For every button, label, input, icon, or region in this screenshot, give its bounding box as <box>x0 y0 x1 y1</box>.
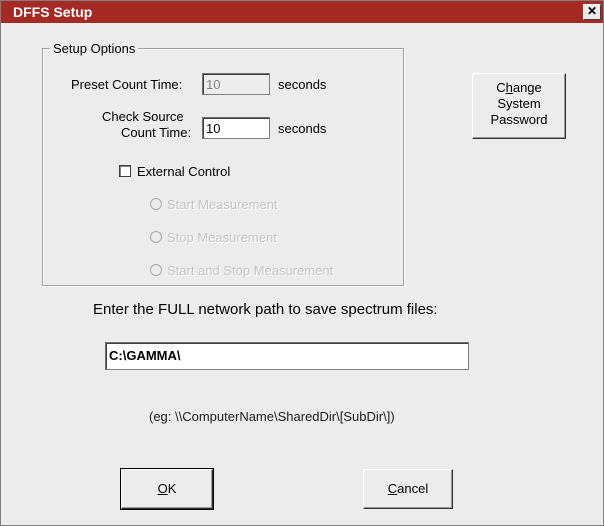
start-and-stop-measurement-label: Start and Stop Measurement <box>167 263 334 278</box>
stop-measurement-label: Stop Measurement <box>167 230 277 245</box>
setup-options-legend: Setup Options <box>50 41 139 56</box>
preset-count-time-unit: seconds <box>278 77 327 92</box>
network-path-input[interactable]: C:\GAMMA\ <box>105 342 469 370</box>
ok-button[interactable]: OK <box>120 468 214 510</box>
dffs-setup-dialog: DFFS Setup ✕ Setup Options Preset Count … <box>0 0 604 526</box>
check-source-count-time-unit: seconds <box>278 121 327 136</box>
preset-count-time-label: Preset Count Time: <box>71 77 183 92</box>
external-control-checkbox[interactable] <box>119 165 131 177</box>
change-system-password-button[interactable]: Change System Password <box>472 73 566 139</box>
change-password-line2: System <box>497 96 541 111</box>
close-icon[interactable]: ✕ <box>583 4 601 20</box>
stop-measurement-radio[interactable] <box>150 231 162 243</box>
title-bar[interactable]: DFFS Setup ✕ <box>1 1 603 23</box>
check-source-label-line2: Count Time: <box>121 125 192 140</box>
start-and-stop-measurement-radio[interactable] <box>150 264 162 276</box>
network-path-example: (eg: \\ComputerName\SharedDir\[SubDir\]) <box>149 409 395 424</box>
check-source-label-line1: Check Source <box>102 109 184 124</box>
check-source-count-time-field[interactable]: 10 <box>202 117 270 139</box>
start-measurement-label: Start Measurement <box>167 197 278 212</box>
network-path-heading: Enter the FULL network path to save spec… <box>93 301 438 318</box>
external-control-label[interactable]: External Control <box>137 164 230 179</box>
start-measurement-radio[interactable] <box>150 198 162 210</box>
cancel-button[interactable]: Cancel <box>363 469 453 509</box>
change-password-line1: Change <box>496 80 542 95</box>
preset-count-time-field[interactable]: 10 <box>202 73 270 95</box>
change-password-line3: Password <box>490 112 548 127</box>
window-title: DFFS Setup <box>13 4 93 20</box>
